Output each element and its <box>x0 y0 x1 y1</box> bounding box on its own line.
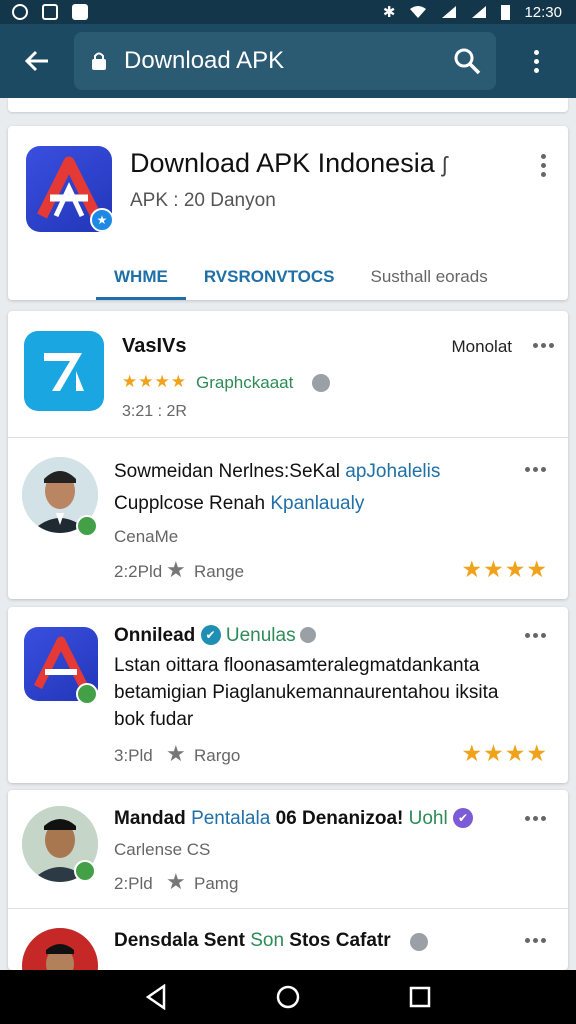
more-horiz-icon[interactable] <box>525 467 546 472</box>
notification-icon <box>12 4 28 20</box>
person-avatar-icon <box>22 928 98 970</box>
battery-icon <box>501 5 511 20</box>
header-more-icon[interactable] <box>541 154 546 177</box>
post-title[interactable]: Mandad Pentalala 06 Denanizoa! Uohl ✔ <box>114 808 473 830</box>
check-badge-icon: ✔ <box>200 625 221 645</box>
nav-back-button[interactable] <box>136 977 176 1017</box>
more-horiz-icon[interactable] <box>533 343 554 348</box>
square-recents-icon <box>409 986 431 1008</box>
feed-card: VasIVs Monolat ★★★★ Graphckaaat 3:21 : 2… <box>8 311 568 599</box>
post-line-1[interactable]: Sowmeidan Nerlnes:SeKal apJohalelis <box>114 461 440 483</box>
search-icon[interactable] <box>452 46 482 76</box>
app-badge: Monolat <box>451 337 512 356</box>
more-horiz-icon[interactable] <box>525 633 546 638</box>
info-icon <box>312 374 330 392</box>
back-button[interactable] <box>0 24 74 98</box>
arrow-back-icon <box>24 50 48 72</box>
system-nav-bar <box>0 970 576 1024</box>
app-glyph-icon <box>44 353 84 391</box>
post-title[interactable]: Onnilead ✔ Uenulas <box>114 625 296 647</box>
star-icon[interactable]: ★ <box>166 741 186 767</box>
post-line-2[interactable]: Cupplcose Renah Kpanlaualy <box>114 493 364 515</box>
app-icon-cyan[interactable] <box>24 331 104 411</box>
star-icon[interactable]: ★ <box>166 869 186 895</box>
more-horiz-icon[interactable] <box>525 816 546 821</box>
tab-home[interactable]: WHME <box>96 254 186 300</box>
tab-reviews[interactable]: RVSRONVTOCS <box>186 254 353 300</box>
more-vert-icon <box>533 49 539 73</box>
nav-recents-button[interactable] <box>400 977 440 1017</box>
feed-card: Onnilead ✔ Uenulas Lstan oittara floonas… <box>8 607 568 783</box>
post-author[interactable]: Carlense CS <box>114 840 210 860</box>
post-body-2: betamigian Piaglanukemannaurentahou iksi… <box>114 682 499 703</box>
tab-bar: WHME RVSRONVTOCS Susthall eorads <box>96 254 506 300</box>
rate-action[interactable]: Range <box>194 562 244 582</box>
status-time: 12:30 <box>524 3 562 21</box>
feed-card: Mandad Pentalala 06 Denanizoa! Uohl ✔ Ca… <box>8 790 568 970</box>
app-title: Download APK Indonesia ʃ <box>130 148 448 178</box>
post-body-1: Lstan oittara floonasamteralegmatdankant… <box>114 655 480 676</box>
overflow-menu-button[interactable] <box>496 24 576 98</box>
post-rating: ★★★★ <box>461 556 548 582</box>
category-link[interactable]: Graphckaaat <box>196 373 293 393</box>
star-icon[interactable]: ★ <box>166 557 186 583</box>
signal-icon <box>442 6 457 18</box>
post-time: 3:Pld <box>114 746 153 765</box>
post-author[interactable]: CenaMe <box>114 527 178 547</box>
avatar[interactable] <box>22 928 98 970</box>
lock-icon <box>88 50 110 72</box>
verified-star-icon: ★ <box>90 208 114 232</box>
app-logo: ★ <box>26 146 114 232</box>
app-bar: Download APK <box>0 24 576 98</box>
search-text[interactable]: Download APK <box>124 47 452 75</box>
post-body-3: bok fudar <box>114 709 194 730</box>
post-rating: ★★★★ <box>461 740 548 766</box>
bluetooth-icon: ✱ <box>382 4 396 21</box>
online-status-icon <box>76 683 98 705</box>
verified-icon: ✔ <box>452 808 473 828</box>
app-time: 3:21 : 2R <box>122 403 187 420</box>
divider <box>8 437 568 438</box>
app-name[interactable]: VasIVs <box>122 335 187 358</box>
more-horiz-icon[interactable] <box>525 938 546 943</box>
screenshot-icon <box>42 4 58 20</box>
verified-grey-icon <box>300 627 316 643</box>
search-bar[interactable]: Download APK <box>74 32 496 90</box>
rate-action[interactable]: Pamg <box>194 874 238 894</box>
signal-2-icon <box>472 6 487 18</box>
post-time: 2:2Pld <box>114 562 163 581</box>
divider <box>8 908 568 909</box>
status-bar: ✱ 12:30 <box>0 0 576 24</box>
app-header-card: ★ Download APK Indonesia ʃ APK : 20 Dany… <box>8 126 568 300</box>
online-status-icon <box>76 515 98 537</box>
triangle-back-icon <box>145 984 166 1010</box>
tab-more[interactable]: Susthall eorads <box>353 254 506 300</box>
app-notification-icon <box>72 4 88 20</box>
rating-stars: ★★★★ <box>122 372 187 391</box>
online-status-icon <box>74 860 96 882</box>
post-time: 2:Pld <box>114 874 153 893</box>
app-subtitle: APK : 20 Danyon <box>130 190 276 211</box>
info-icon <box>410 933 428 951</box>
previous-card-edge <box>8 98 568 112</box>
rate-action[interactable]: Rargo <box>194 746 240 766</box>
circle-home-icon <box>276 985 300 1009</box>
wifi-icon <box>410 6 427 18</box>
nav-home-button[interactable] <box>268 977 308 1017</box>
post-title[interactable]: Densdala Sent Son Stos Cafatr <box>114 930 391 952</box>
